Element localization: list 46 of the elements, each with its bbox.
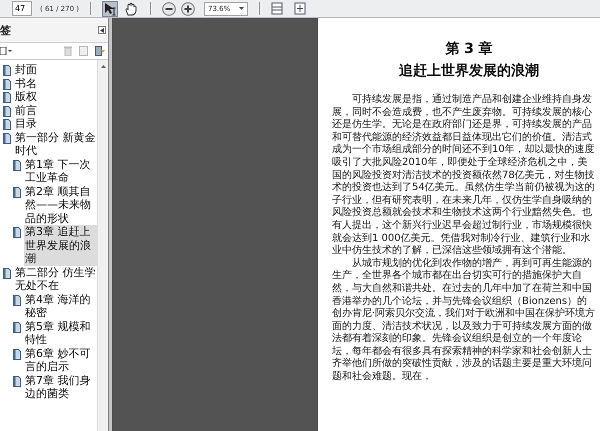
bookmark-icon [13, 227, 21, 238]
options-icon[interactable] [0, 47, 12, 55]
bookmark-item[interactable]: 第7章 我们身边的菌类 [24, 374, 97, 400]
panel-title: 签 [0, 22, 11, 38]
bookmark-icon [13, 294, 21, 306]
bookmark-icon [13, 322, 21, 332]
bookmark-icon [13, 160, 21, 170]
chapter-number: 第 3 章 [444, 40, 494, 58]
scroll-up-icon[interactable] [100, 65, 106, 68]
bookmark-item[interactable]: 前言 [14, 104, 38, 117]
bookmark-icon [3, 92, 11, 103]
bookmark-icon [3, 132, 11, 144]
zoom-out-icon[interactable] [162, 2, 176, 16]
hand-tool-button[interactable] [123, 0, 139, 16]
bookmark-item[interactable]: 第3章 追赶上世界发展的浪潮 [24, 225, 97, 266]
bookmark-item[interactable]: 第1章 下一次工业革命 [24, 158, 97, 184]
bookmark-item[interactable]: 第2章 顺其自然——未来物品的形状 [24, 184, 97, 225]
bookmark-icon [3, 65, 11, 76]
bookmark-icon [3, 119, 11, 130]
body-paragraph: 从城市规划的优化到农作物的增产，再到可再生能源的生产，全世界各个城市都在出台切实可行的措施保护大自然，与大自然和谐共处。在过去的几年中加了在荷兰和中国香港举办的几个论坛，并与先锋会议组织（Bionzens）的创办肯尼·阿索贝尔交流，我们对于欧洲和中国在保护环境方面的力度、清洁技术状况，以及致力于可持续发展方面的做法都有着深刻的印象。先锋会议组织是创立的一个年度论坛，每年都会有很多具有探索精神的科学家和社会创新人士齐举他们所做的突破性贡献，涉及的话题主要是重大环境问题和社会难题。现在， [332, 258, 596, 384]
page-number-field[interactable]: 47 [12, 1, 32, 16]
bookmark-icon [3, 268, 11, 278]
zoom-in-icon[interactable] [181, 2, 195, 16]
bookmark-icon [13, 186, 21, 198]
bookmark-icon [13, 348, 21, 360]
caret-icon [239, 7, 244, 10]
bookmark-item[interactable]: 第4章 海洋的秘密 [24, 292, 97, 320]
bookmark-properties-icon[interactable] [95, 46, 105, 56]
bookmark-item[interactable]: 版权 [14, 90, 38, 104]
bookmark-item[interactable]: 第6章 妙不可言的启示 [24, 346, 97, 374]
bookmark-item[interactable]: 书名 [14, 76, 38, 90]
bookmark-icon [3, 78, 11, 90]
bookmark-item[interactable]: 封面 [14, 63, 38, 76]
body-paragraph: 可持续发展是指，通过制造产品和创建企业维持自身发展，同时不会造成费，也不产生废弃物。可持续发展的核心还是仿生学。无论是在政府部门还是界，可持续发展的产品和可替代能源的经济效益都日益体现出它们的价值。清洁式成为一个市场组成部分的时间还不到10年，却以最快的速度吸引了大批风险2010年，即便处于全球经济危机之中，美国的风险投资对清洁技术的投资额依然78亿美元，对生物技术的投资也达到了54亿美元。虽然仿生学当前仍被视为这的子行业，但有研究表明，在未来几年，仅仿生学自身吸纳的风险投资总额就会技术和生物技术这两个行业黯然失色。也有人提出，这个新兴行业迟早会超过制行业，市场规模很快就会达到1 000亿美元。凭借我对制冷行业、建筑行业和水业中仿生技术的了解，已深信这些领域拥有这个潜能。 [332, 94, 596, 258]
fit-page-icon[interactable] [271, 2, 284, 15]
bookmark-icon [13, 376, 21, 386]
bookmark-item[interactable]: 目录 [14, 117, 38, 130]
select-tool-button[interactable] [102, 0, 118, 16]
scrollbar[interactable] [97, 60, 108, 431]
bookmark-icon [3, 106, 11, 116]
bookmark-item[interactable]: 第二部分 仿生学无处不在 [14, 266, 97, 292]
bookmark-item[interactable]: 第一部分 新黄金时代 [14, 130, 97, 158]
collapse-button[interactable] [98, 26, 106, 34]
bookmark-item[interactable]: 第5章 规模和特性 [24, 320, 97, 346]
fit-width-icon[interactable] [294, 2, 306, 15]
chapter-title: 追赶上世界发展的浪潮 [398, 62, 540, 80]
